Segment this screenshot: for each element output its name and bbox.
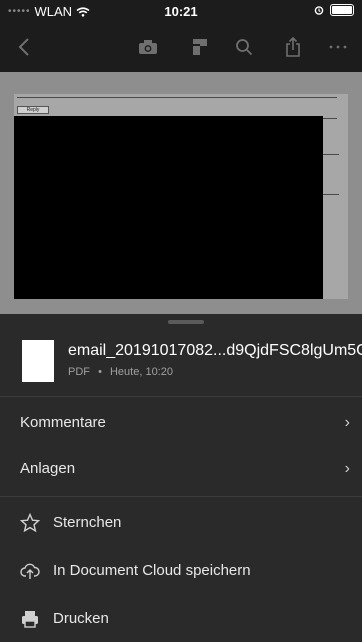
menu-item-label: In Document Cloud speichern xyxy=(53,562,251,579)
menu-item-label: Drucken xyxy=(53,610,109,627)
file-name: email_20191017082...d9QjdFSC8lgUm5GE xyxy=(68,342,362,359)
file-thumbnail xyxy=(22,340,54,382)
status-right xyxy=(314,4,354,16)
action-sheet: email_20191017082...d9QjdFSC8lgUm5GE PDF… xyxy=(0,314,362,642)
file-date: Heute, 10:20 xyxy=(109,366,173,378)
chevron-right-icon: › xyxy=(344,414,350,431)
cloud-upload-icon xyxy=(20,563,40,579)
menu-item-label: Kommentare xyxy=(20,414,106,431)
meta-separator: • xyxy=(98,366,102,378)
menu-item-drucken[interactable]: Drucken xyxy=(0,598,362,642)
file-meta: PDF • Heute, 10:20 xyxy=(68,366,173,378)
bookmark-panel-icon[interactable] xyxy=(186,33,214,61)
menu-item-kommentare[interactable]: Kommentare › xyxy=(0,402,362,446)
menu-item-anlagen[interactable]: Anlagen › xyxy=(0,448,362,492)
camera-icon[interactable] xyxy=(134,33,162,61)
menu-item-label: Anlagen xyxy=(20,460,76,477)
status-bar: ••••• WLAN 10:21 xyxy=(0,0,362,22)
more-icon[interactable] xyxy=(324,33,352,61)
star-icon xyxy=(20,513,40,533)
alarm-icon xyxy=(314,6,324,15)
menu-item-label: Sternchen xyxy=(53,514,122,531)
menu-item-sternchen[interactable]: Sternchen xyxy=(0,502,362,546)
back-icon[interactable] xyxy=(10,33,38,61)
page-rule xyxy=(17,97,337,98)
menu-item-document-cloud[interactable]: In Document Cloud speichern xyxy=(0,550,362,594)
reply-button: Reply xyxy=(17,106,49,114)
search-icon[interactable] xyxy=(230,33,258,61)
sheet-grabber[interactable] xyxy=(168,320,204,324)
redacted-area xyxy=(14,116,323,299)
battery-icon xyxy=(330,4,354,16)
status-time: 10:21 xyxy=(164,4,198,19)
divider xyxy=(0,496,362,497)
divider xyxy=(0,396,362,397)
share-icon[interactable] xyxy=(279,33,307,61)
printer-icon xyxy=(22,611,38,628)
chevron-right-icon: › xyxy=(344,460,350,477)
toolbar xyxy=(0,22,362,72)
file-type: PDF xyxy=(68,366,90,378)
